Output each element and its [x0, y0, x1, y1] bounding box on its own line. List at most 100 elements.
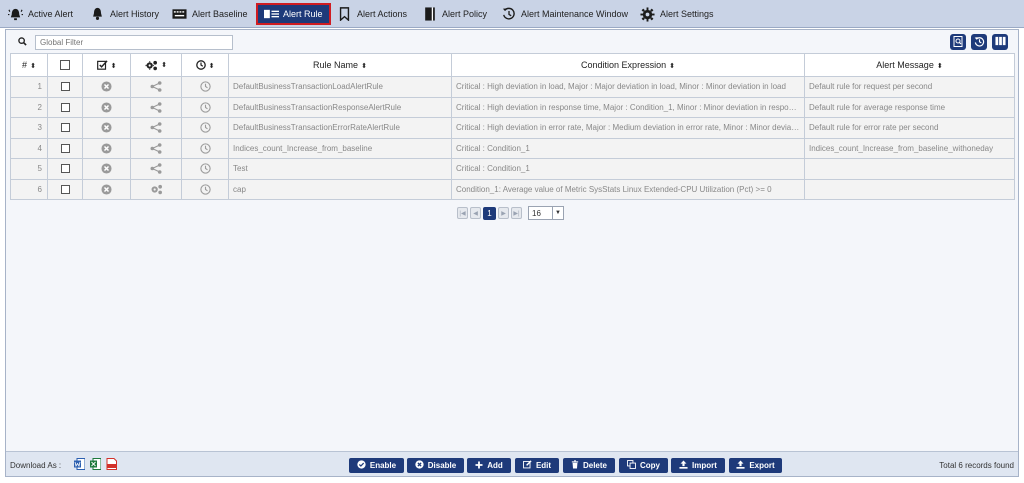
- col-header-enabled[interactable]: ⬍: [82, 53, 131, 77]
- rule-name-cell[interactable]: Indices_count_Increase_from_baseline: [228, 137, 452, 159]
- enable-button[interactable]: Enable: [349, 458, 404, 473]
- select-all-checkbox[interactable]: [60, 60, 70, 71]
- sort-icon: ⬍: [669, 63, 675, 70]
- condition-expression-cell: Critical : High deviation in load, Major…: [451, 76, 805, 98]
- x-circle-icon[interactable]: [101, 102, 112, 113]
- share-icon[interactable]: [150, 81, 162, 93]
- rule-name-cell[interactable]: DefaultBusinessTransactionErrorRateAlert…: [228, 117, 452, 139]
- col-header-actions[interactable]: ⬍: [130, 53, 182, 77]
- tab-active-alert[interactable]: Active Alert: [8, 3, 73, 25]
- import-button[interactable]: Import: [671, 458, 725, 473]
- row-checkbox-cell: [47, 178, 83, 200]
- prev-page-button[interactable]: ◀: [470, 207, 481, 219]
- sort-icon: ⬍: [161, 62, 167, 70]
- alert-message-cell: [804, 178, 1015, 200]
- col-header-schedule[interactable]: ⬍: [181, 53, 229, 77]
- next-page-button[interactable]: ▶: [498, 207, 509, 219]
- clock-icon[interactable]: [199, 122, 211, 133]
- excel-icon[interactable]: [90, 458, 102, 470]
- table-row[interactable]: 1 DefaultBusinessTransactionLoadAlertRul…: [10, 76, 1015, 98]
- row-checkbox[interactable]: [60, 184, 70, 194]
- clock-icon[interactable]: [199, 81, 211, 92]
- row-status-cell: [82, 178, 131, 200]
- copy-label: Copy: [640, 461, 660, 470]
- chevron-down-icon: ▼: [552, 207, 563, 219]
- tab-label: Alert Baseline: [192, 9, 248, 19]
- edit-button[interactable]: Edit: [515, 458, 559, 473]
- x-circle-icon[interactable]: [101, 81, 112, 92]
- table-row[interactable]: 5 Test Critical : Condition_1: [10, 158, 1015, 180]
- share-icon[interactable]: [150, 163, 162, 175]
- pdf-icon[interactable]: [106, 458, 117, 470]
- table-row[interactable]: 2 DefaultBusinessTransactionResponseAler…: [10, 96, 1015, 118]
- clock-icon[interactable]: [199, 102, 211, 113]
- clock-icon[interactable]: [199, 184, 211, 195]
- share-icon[interactable]: [150, 101, 162, 113]
- x-circle-icon: [415, 460, 424, 471]
- row-checkbox-cell: [47, 76, 83, 98]
- edit-label: Edit: [535, 461, 552, 470]
- x-circle-icon[interactable]: [101, 163, 112, 174]
- table-row[interactable]: 3 DefaultBusinessTransactionErrorRateAle…: [10, 117, 1015, 139]
- global-filter-input[interactable]: [35, 35, 233, 50]
- row-checkbox-cell: [47, 137, 83, 159]
- check-circle-icon: [357, 460, 366, 471]
- table-row[interactable]: 4 Indices_count_Increase_from_baseline C…: [10, 137, 1015, 159]
- gear-icon: [640, 6, 655, 22]
- row-checkbox[interactable]: [60, 164, 70, 174]
- search-doc-button[interactable]: [950, 34, 966, 50]
- col-header-rule-name[interactable]: Rule Name ⬍: [228, 53, 452, 77]
- tab-alert-baseline[interactable]: Alert Baseline: [172, 3, 248, 25]
- history-icon: [974, 36, 985, 49]
- row-schedule-cell: [181, 96, 229, 118]
- x-circle-icon[interactable]: [101, 184, 112, 195]
- policy-book-icon: [422, 7, 437, 22]
- x-circle-icon[interactable]: [101, 143, 112, 154]
- tab-alert-policy[interactable]: Alert Policy: [422, 3, 487, 25]
- tab-alert-settings[interactable]: Alert Settings: [640, 3, 714, 25]
- trash-icon: [571, 460, 579, 471]
- delete-button[interactable]: Delete: [563, 458, 615, 473]
- rule-name-cell[interactable]: DefaultBusinessTransactionLoadAlertRule: [228, 76, 452, 98]
- table-row[interactable]: 6 cap Condition_1: Average value of Metr…: [10, 178, 1015, 200]
- page-size-select[interactable]: 16 ▼: [528, 206, 564, 220]
- current-page-button[interactable]: 1: [483, 206, 496, 220]
- gears-icon[interactable]: [150, 184, 163, 195]
- clock-icon[interactable]: [199, 163, 211, 174]
- rule-name-cell[interactable]: cap: [228, 178, 452, 200]
- rule-list-icon: [264, 7, 279, 22]
- tab-label: Alert History: [110, 9, 160, 19]
- row-action-cell: [130, 76, 182, 98]
- clock-icon[interactable]: [199, 143, 211, 154]
- tab-alert-history[interactable]: Alert History: [90, 3, 159, 25]
- row-checkbox[interactable]: [60, 143, 70, 153]
- col-header-num[interactable]: # ⬍: [10, 53, 48, 77]
- share-icon[interactable]: [150, 142, 162, 154]
- add-button[interactable]: Add: [467, 458, 511, 473]
- rule-name-cell[interactable]: DefaultBusinessTransactionResponseAlertR…: [228, 96, 452, 118]
- history-button[interactable]: [971, 34, 987, 50]
- export-button[interactable]: Export: [729, 458, 782, 473]
- first-page-button[interactable]: |◀: [457, 207, 468, 219]
- col-header-condition-expression[interactable]: Condition Expression ⬍: [451, 53, 805, 77]
- tab-alert-actions[interactable]: Alert Actions: [337, 3, 407, 25]
- share-icon[interactable]: [150, 122, 162, 134]
- tab-label: Alert Rule: [283, 9, 323, 19]
- rule-name-cell[interactable]: Test: [228, 158, 452, 180]
- disable-button[interactable]: Disable: [407, 458, 464, 473]
- tab-alert-rule[interactable]: Alert Rule: [256, 3, 331, 25]
- word-icon[interactable]: [74, 458, 86, 470]
- col-header-alert-message[interactable]: Alert Message ⬍: [804, 53, 1015, 77]
- copy-button[interactable]: Copy: [619, 458, 668, 473]
- row-checkbox[interactable]: [60, 82, 70, 92]
- search-doc-icon: [953, 35, 963, 49]
- last-page-button[interactable]: ▶|: [511, 207, 522, 219]
- columns-button[interactable]: [992, 34, 1008, 50]
- tab-alert-maintenance-window[interactable]: Alert Maintenance Window: [501, 3, 628, 25]
- row-checkbox[interactable]: [60, 123, 70, 133]
- row-action-cell: [130, 178, 182, 200]
- clock-refresh-icon: [501, 7, 516, 22]
- condition-expression-cell: Condition_1: Average value of Metric Sys…: [451, 178, 805, 200]
- row-checkbox[interactable]: [60, 102, 70, 112]
- x-circle-icon[interactable]: [101, 122, 112, 133]
